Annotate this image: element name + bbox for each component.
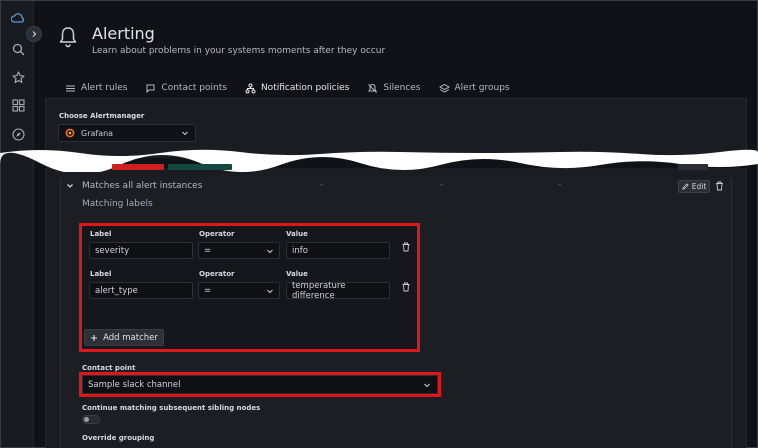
star-icon[interactable] bbox=[10, 69, 26, 85]
page-title: Alerting bbox=[92, 24, 155, 43]
tab-alert-groups[interactable]: Alert groups bbox=[430, 78, 519, 98]
add-matcher-button[interactable]: Add matcher bbox=[84, 329, 164, 346]
policy-toggle-row[interactable]: Matches all alert instances bbox=[66, 179, 202, 193]
chevron-down-icon bbox=[182, 131, 188, 136]
severity-badge-fragment bbox=[112, 164, 164, 170]
matcher-label-value: severity bbox=[95, 245, 130, 256]
value-header: Value bbox=[286, 230, 308, 238]
policy-toggle-label: Matches all alert instances bbox=[82, 181, 203, 191]
list-icon bbox=[66, 85, 75, 91]
tab-notification-policies[interactable]: Notification policies bbox=[236, 78, 359, 100]
tab-label: Alert rules bbox=[81, 83, 128, 93]
plus-icon bbox=[91, 334, 98, 341]
bell-icon bbox=[59, 27, 77, 48]
matcher-operator-value: = bbox=[204, 285, 212, 296]
tab-silences[interactable]: Silences bbox=[358, 78, 429, 98]
contact-point-label: Contact point bbox=[82, 364, 136, 372]
alertmanager-label: Choose Alertmanager bbox=[59, 112, 145, 120]
group-by-value: - bbox=[320, 180, 324, 190]
sitemap-icon bbox=[245, 83, 256, 93]
edit-button-fragment bbox=[678, 164, 708, 170]
matcher-label-value: alert_type bbox=[95, 285, 138, 296]
override-grouping-label: Override grouping bbox=[82, 434, 155, 442]
nav-expand-button[interactable] bbox=[26, 26, 42, 42]
alertmanager-select[interactable]: Grafana bbox=[58, 124, 196, 142]
contact-point-select[interactable]: Sample slack channel bbox=[82, 375, 438, 394]
tab-label: Alert groups bbox=[454, 83, 510, 93]
tab-bar: Alert rules Contact points Notification … bbox=[56, 78, 519, 100]
tab-alert-rules[interactable]: Alert rules bbox=[56, 78, 136, 98]
timing-value: - bbox=[440, 180, 444, 190]
tab-label: Contact points bbox=[161, 83, 227, 93]
matcher-value-input[interactable]: temperature difference bbox=[286, 280, 390, 301]
matching-labels-heading: Matching labels bbox=[82, 199, 153, 209]
operator-header: Operator bbox=[199, 230, 235, 238]
continue-matching-toggle[interactable] bbox=[82, 415, 100, 424]
label-header: Label bbox=[90, 230, 112, 238]
matcher-label-input[interactable]: severity bbox=[89, 242, 193, 259]
edit-label: Edit bbox=[691, 182, 707, 191]
layer-group-icon bbox=[438, 83, 450, 93]
edit-button[interactable]: Edit bbox=[678, 180, 710, 193]
continue-matching-label: Continue matching subsequent sibling nod… bbox=[82, 404, 261, 412]
explore-icon[interactable] bbox=[10, 126, 26, 142]
trash-icon[interactable] bbox=[715, 181, 724, 191]
chevron-down-icon bbox=[67, 184, 73, 188]
label-header: Label bbox=[90, 270, 112, 278]
grafana-icon bbox=[65, 128, 75, 138]
pen-icon bbox=[682, 183, 689, 190]
matcher-value-input[interactable]: info bbox=[286, 242, 390, 259]
dashboards-icon[interactable] bbox=[10, 97, 26, 113]
matcher-operator-select[interactable]: = bbox=[198, 242, 280, 259]
tab-label: Silences bbox=[383, 83, 421, 93]
matcher-operator-value: = bbox=[204, 245, 212, 256]
side-nav bbox=[1, 1, 34, 447]
bell-slash-icon bbox=[368, 83, 378, 93]
matcher-label-input[interactable]: alert_type bbox=[89, 282, 193, 299]
chevron-right-icon bbox=[32, 31, 37, 37]
matcher-value-text: info bbox=[292, 245, 308, 256]
tab-label: Notification policies bbox=[260, 83, 350, 93]
comment-alt-share-icon bbox=[146, 84, 155, 93]
matcher-value-text: temperature difference bbox=[292, 280, 346, 301]
chevron-down-icon bbox=[267, 289, 273, 294]
page-subtitle: Learn about problems in your systems mom… bbox=[92, 46, 386, 56]
label-badge-fragment bbox=[168, 164, 232, 170]
tab-contact-points[interactable]: Contact points bbox=[136, 78, 236, 98]
value-header: Value bbox=[286, 270, 308, 278]
contact-point-value: Sample slack channel bbox=[88, 379, 181, 390]
operator-header: Operator bbox=[199, 270, 235, 278]
chevron-down-icon bbox=[267, 249, 273, 254]
trash-icon[interactable] bbox=[401, 242, 411, 252]
matcher-operator-select[interactable]: = bbox=[198, 282, 280, 299]
contact-point-value: - bbox=[558, 180, 562, 190]
search-icon[interactable] bbox=[10, 41, 26, 57]
grafana-logo-icon[interactable] bbox=[10, 11, 26, 27]
chevron-down-icon bbox=[424, 383, 430, 388]
trash-icon[interactable] bbox=[401, 282, 411, 292]
alertmanager-value: Grafana bbox=[81, 128, 114, 138]
add-matcher-label: Add matcher bbox=[103, 332, 158, 343]
